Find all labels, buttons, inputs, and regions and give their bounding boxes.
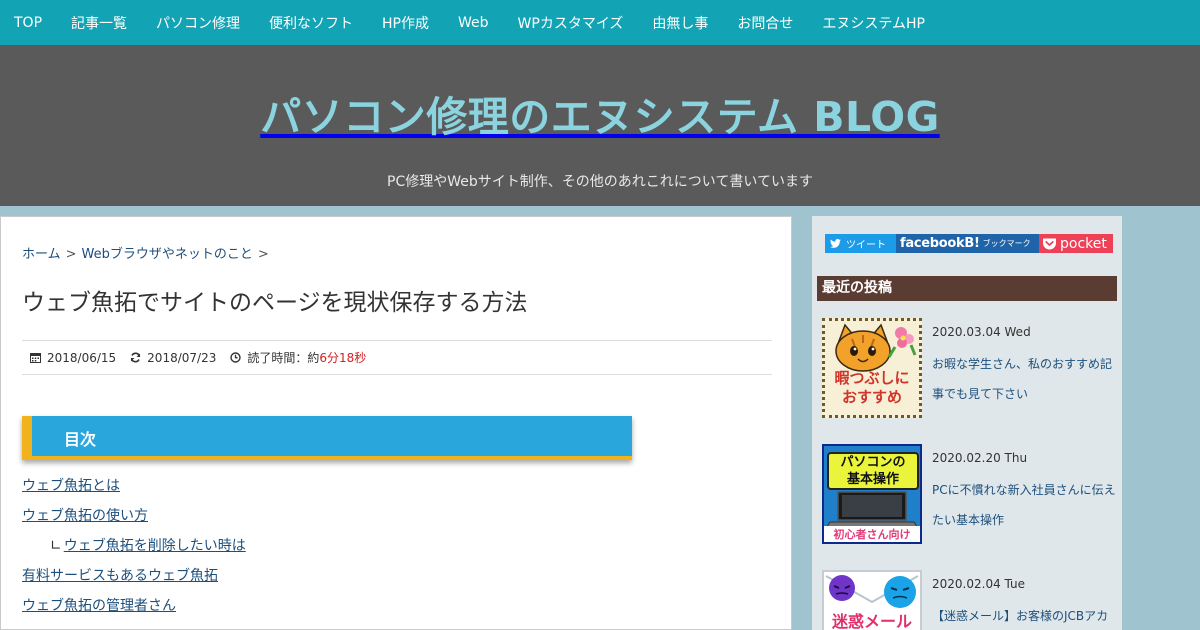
toc-heading: 目次 [64, 430, 97, 449]
pocket-button[interactable]: pocket [1039, 234, 1113, 253]
site-title-link[interactable]: パソコン修理のエヌシステム BLOG [260, 85, 940, 141]
reading-time-label: 読了時間：約 [247, 351, 320, 365]
thumb-caption-line: パソコンの [840, 455, 906, 470]
breadcrumb-category[interactable]: Webブラウザやネットのこと [82, 247, 253, 262]
recent-post-item[interactable]: パソコンの 基本操作 初心者さん向け 2020.02.20 Thu PCに不慣れ… [822, 444, 1117, 554]
nav-nsystem-hp[interactable]: エヌシステムHP [822, 13, 925, 33]
breadcrumb-separator: > [65, 247, 77, 262]
recent-post-item[interactable]: 迷惑メール 2020.02.04 Tue 【迷惑メール】お客様のJCBアカ [822, 570, 1117, 630]
nav-hp-creation[interactable]: HP作成 [382, 13, 429, 33]
post-title: ウェブ魚拓でサイトのページを現状保存する方法 [22, 290, 528, 316]
recent-post-item[interactable]: 暇つぶしに おすすめ 2020.03.04 Wed お暇な学生さん、私のおすすめ… [822, 318, 1117, 428]
post-meta: 2018/06/15 2018/07/23 読了時間：約 6分18秒 [22, 340, 772, 375]
tweet-label: ツイート [846, 240, 886, 251]
toc-subitem-marker: ∟ [50, 538, 62, 554]
pocket-icon [1043, 238, 1056, 249]
thumb-caption-line: おすすめ [841, 388, 902, 406]
post-thumbnail[interactable]: 暇つぶしに おすすめ [822, 318, 922, 418]
toc-subitem-link[interactable]: ウェブ魚拓を削除したい時は [64, 538, 246, 554]
toc-item[interactable]: 有料サービスもあるウェブ魚拓 [22, 565, 246, 595]
reading-time-value: 6分18秒 [319, 351, 367, 365]
nav-article-list[interactable]: 記事一覧 [71, 13, 127, 33]
clock-icon [230, 352, 242, 363]
hatena-bookmark-label: facebookB! [900, 236, 980, 251]
refresh-icon [130, 352, 141, 363]
calendar-icon [30, 353, 41, 363]
nav-useful-software[interactable]: 便利なソフト [269, 13, 353, 33]
nav-web[interactable]: Web [458, 15, 489, 31]
table-of-contents: ウェブ魚拓とは ウェブ魚拓の使い方 ∟ ウェブ魚拓を削除したい時は 有料サービスも… [22, 475, 246, 625]
spam-mail-illustration-icon [825, 575, 919, 608]
share-buttons: ツイート facebookB! ブックマーク pocket [825, 234, 1113, 253]
post-title-link[interactable]: お暇な学生さん、私のおすすめ記事でも見て下さい [932, 349, 1122, 409]
post-date: 2020.02.20 Thu [932, 451, 1028, 465]
toc-item[interactable]: ウェブ魚拓とは [22, 475, 246, 505]
site-header: パソコン修理のエヌシステム BLOG PC修理やWebサイト制作、その他のあれこ… [0, 45, 1200, 206]
global-nav: TOP 記事一覧 パソコン修理 便利なソフト HP作成 Web WPカスタマイズ… [0, 0, 1200, 45]
thumb-caption-box: パソコンの 基本操作 [827, 452, 919, 490]
article-card: ホーム > Webブラウザやネットのこと > ウェブ魚拓でサイトのページを現状保存する… [0, 216, 792, 630]
reading-time: 読了時間：約 6分18秒 [230, 349, 366, 366]
nav-wp-customize[interactable]: WPカスタマイズ [518, 13, 624, 33]
thumb-caption: 暇つぶしに おすすめ [825, 369, 919, 407]
breadcrumb-separator: > [257, 247, 269, 262]
post-thumbnail[interactable]: パソコンの 基本操作 初心者さん向け [822, 444, 922, 544]
nav-pc-repair[interactable]: パソコン修理 [156, 13, 240, 33]
thumb-subcaption: 初心者さん向け [824, 526, 920, 542]
thumb-caption-line: 暇つぶしに [834, 369, 910, 387]
site-tagline: PC修理やWebサイト制作、その他のあれこれについて書いています [387, 174, 813, 190]
thumb-caption-line: 基本操作 [846, 472, 899, 487]
hatena-bookmark-sublabel: ブックマーク [982, 239, 1031, 248]
post-thumbnail[interactable]: 迷惑メール [822, 570, 922, 630]
post-title-link[interactable]: 【迷惑メール】お客様のJCBアカ [932, 601, 1122, 630]
toc-item[interactable]: ウェブ魚拓の使い方 [22, 505, 246, 535]
post-date: 2020.02.04 Tue [932, 577, 1026, 591]
published-date-text: 2018/06/15 [47, 350, 117, 365]
hatena-bookmark-button[interactable]: facebookB! ブックマーク [896, 234, 1039, 253]
updated-date-text: 2018/07/23 [147, 350, 217, 365]
nav-top[interactable]: TOP [14, 15, 42, 31]
breadcrumb: ホーム > Webブラウザやネットのこと > [22, 243, 274, 262]
pocket-label: pocket [1060, 235, 1107, 252]
breadcrumb-home[interactable]: ホーム [22, 247, 61, 262]
toc-item[interactable]: ウェブ魚拓の管理者さん [22, 595, 246, 625]
toc-subitem: ∟ ウェブ魚拓を削除したい時は [22, 535, 246, 565]
updated-date: 2018/07/23 [130, 351, 216, 365]
nav-contact[interactable]: お問合せ [737, 13, 793, 33]
laptop-icon [825, 491, 919, 529]
published-date: 2018/06/15 [30, 351, 116, 365]
site-title: パソコン修理のエヌシステム BLOG [260, 93, 940, 141]
twitter-bird-icon [830, 239, 841, 248]
post-date: 2020.03.04 Wed [932, 325, 1031, 339]
recent-posts-heading: 最近の投稿 [817, 276, 1117, 301]
sidebar: ツイート facebookB! ブックマーク pocket 最近の投稿 暇つぶし… [812, 216, 1122, 630]
post-title-link[interactable]: PCに不慣れな新入社員さんに伝えたい基本操作 [932, 475, 1122, 535]
tweet-button[interactable]: ツイート [825, 234, 896, 253]
nav-misc[interactable]: 由無し事 [652, 13, 708, 33]
toc-heading-box: 目次 [22, 416, 632, 460]
thumb-caption: 迷惑メール [831, 612, 912, 630]
